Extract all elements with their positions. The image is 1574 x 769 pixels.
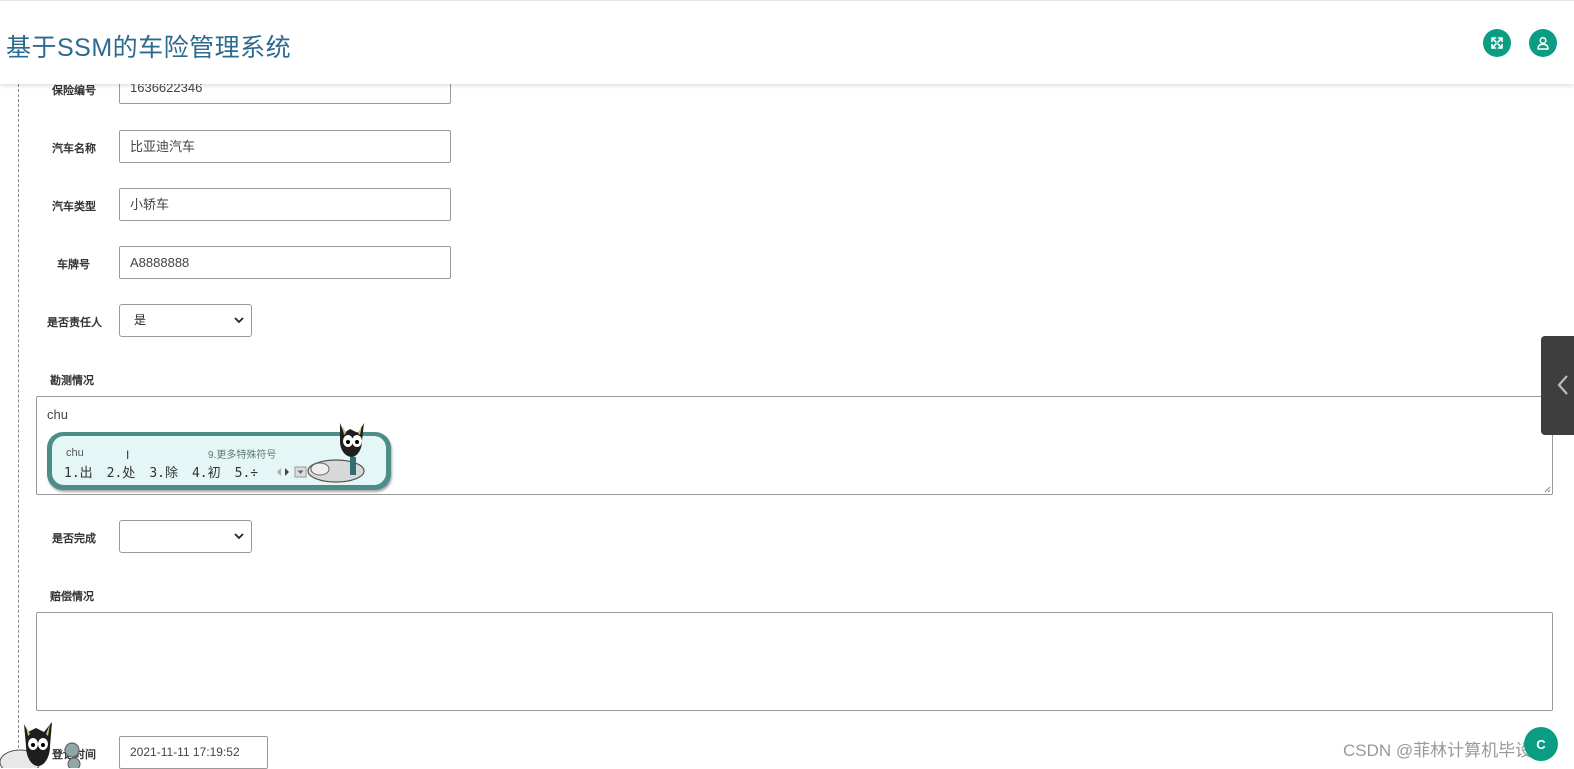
is-responsible-select[interactable]: 是 <box>119 304 252 337</box>
survey-label: 勘测情况 <box>50 375 94 387</box>
ime-candidate[interactable]: 3.除 <box>149 466 178 481</box>
ime-pinyin: chu <box>66 447 84 459</box>
user-icon <box>1537 36 1549 50</box>
app-title: 基于SSM的车险管理系统 <box>6 34 292 62</box>
side-panel-toggle[interactable] <box>1541 336 1574 435</box>
ime-candidate[interactable]: 5.÷ <box>235 466 258 481</box>
floating-action-button[interactable]: C <box>1524 727 1558 761</box>
chevron-down-icon <box>234 533 244 540</box>
fullscreen-button[interactable] <box>1483 29 1511 57</box>
user-button[interactable] <box>1529 29 1557 57</box>
ime-arrows-icon <box>277 466 307 478</box>
chevron-left-icon <box>1557 375 1568 395</box>
text-cursor-icon: I <box>126 448 130 462</box>
watermark: CSDN @菲林计算机毕设 <box>1343 741 1533 760</box>
ime-mascot-icon <box>307 423 365 483</box>
is-responsible-label: 是否责任人 <box>47 317 102 329</box>
plate-no-label: 车牌号 <box>57 259 90 271</box>
resize-grip-icon[interactable] <box>1543 485 1551 493</box>
register-time-field[interactable]: 2021-11-11 17:19:52 <box>119 736 268 769</box>
ime-candidates: 1.出 2.处 3.除 4.初 5.÷ <box>64 462 272 481</box>
content-divider <box>18 84 19 768</box>
fullscreen-icon <box>1491 37 1503 49</box>
plate-no-field[interactable]: A8888888 <box>119 246 451 279</box>
insurance-no-label: 保险编号 <box>52 85 96 97</box>
car-name-field[interactable]: 比亚迪汽车 <box>119 130 451 163</box>
car-type-field[interactable]: 小轿车 <box>119 188 451 221</box>
top-navbar: 基于SSM的车险管理系统 <box>0 0 1574 84</box>
car-type-label: 汽车类型 <box>52 201 96 213</box>
is-completed-select[interactable] <box>119 520 252 553</box>
chevron-down-icon <box>234 317 244 324</box>
car-name-label: 汽车名称 <box>52 143 96 155</box>
desktop-mascot-icon <box>0 722 81 768</box>
is-responsible-value: 是 <box>134 313 147 327</box>
compensation-label: 赔偿情况 <box>50 591 94 603</box>
survey-text: chu <box>47 407 68 422</box>
ime-page-nav[interactable] <box>276 466 310 480</box>
ime-more-symbols[interactable]: 9.更多特殊符号 <box>208 446 276 461</box>
fab-label: C <box>1536 736 1546 752</box>
ime-candidate[interactable]: 2.处 <box>107 466 136 481</box>
ime-candidate[interactable]: 4.初 <box>192 466 221 481</box>
is-completed-label: 是否完成 <box>52 533 96 545</box>
compensation-textarea[interactable] <box>36 612 1553 711</box>
ime-candidate[interactable]: 1.出 <box>64 466 93 481</box>
